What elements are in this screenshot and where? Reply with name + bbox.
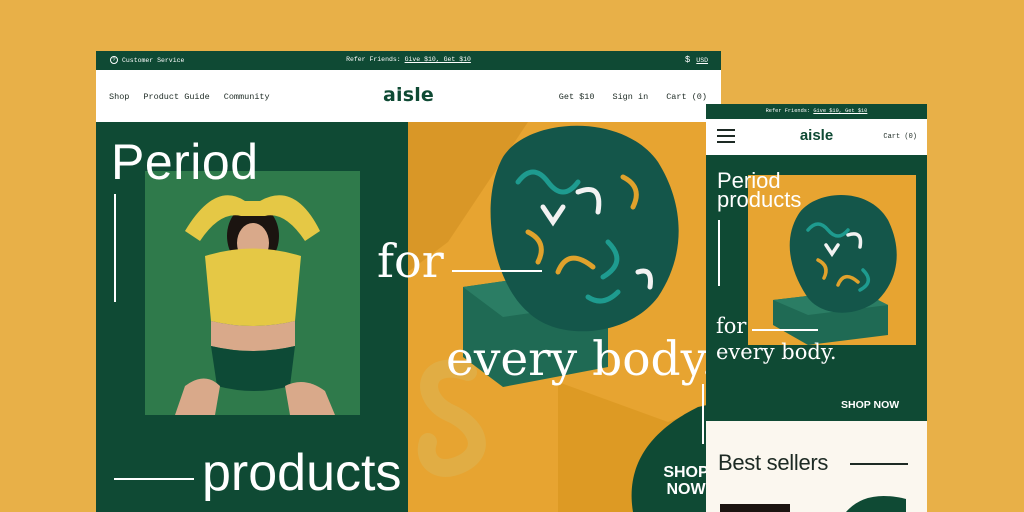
hero-model-photo xyxy=(145,171,360,415)
mobile-refer-link[interactable]: Give $10, Get $10 xyxy=(813,108,867,114)
mobile-hero: Period products for every body. SHOP NOW xyxy=(706,155,927,421)
mobile-announcement-bar: Refer Friends: Give $10, Get $10 xyxy=(706,104,927,119)
hero-vertical-rule-right xyxy=(702,384,704,444)
desktop-hero: Period for every body. products SHOP NOW xyxy=(96,122,721,512)
mobile-shop-now-button[interactable]: SHOP NOW xyxy=(841,399,921,411)
desktop-mockup: ? Customer Service Refer Friends: Give $… xyxy=(96,51,721,512)
cart-link[interactable]: Cart (0) xyxy=(666,92,707,102)
hero-word-products: products xyxy=(202,444,402,502)
mobile-header-nav: aisle Cart (0) xyxy=(706,119,927,155)
mobile-hero-word-every-body: every body. xyxy=(716,340,837,364)
currency-symbol: $ xyxy=(684,55,691,65)
mobile-hero-rule-for xyxy=(752,329,818,331)
refer-friends-banner: Refer Friends: Give $10, Get $10 xyxy=(96,56,721,63)
get-10-link[interactable]: Get $10 xyxy=(559,92,595,102)
hero-word-every-body: every body. xyxy=(446,332,716,387)
model-illustration xyxy=(145,171,360,415)
best-sellers-heading: Best sellers xyxy=(718,450,829,475)
best-sellers-preview xyxy=(720,495,906,512)
sign-in-link[interactable]: Sign in xyxy=(612,92,648,102)
best-sellers-rule xyxy=(850,463,908,465)
hero-rule-products xyxy=(114,478,194,480)
hero-word-for: for xyxy=(377,234,444,288)
currency-selector[interactable]: $ USD xyxy=(685,55,708,65)
mobile-hero-word-for: for xyxy=(716,314,747,338)
hero-vertical-rule xyxy=(114,194,116,302)
best-sellers-section: Best sellers xyxy=(706,421,927,512)
desktop-announcement-bar: ? Customer Service Refer Friends: Give $… xyxy=(96,51,721,70)
mobile-cart-link[interactable]: Cart (0) xyxy=(883,133,917,141)
desktop-header-nav: Shop Product Guide Community aisle Get $… xyxy=(96,70,721,122)
mobile-hero-vertical-rule xyxy=(718,220,720,286)
hero-rule-for xyxy=(452,270,542,272)
mobile-hero-word-products: products xyxy=(717,187,802,212)
mobile-refer-label: Refer Friends: xyxy=(765,108,811,114)
mobile-mockup: Refer Friends: Give $10, Get $10 aisle C… xyxy=(706,104,927,512)
account-nav: Get $10 Sign in Cart (0) xyxy=(559,92,707,102)
refer-friends-link[interactable]: Give $10, Get $10 xyxy=(405,56,471,63)
currency-code: USD xyxy=(696,56,708,64)
refer-friends-label: Refer Friends: xyxy=(346,56,401,63)
hero-word-period: Period xyxy=(111,134,259,190)
hero-product-photo xyxy=(408,122,721,512)
pad-product-illustration xyxy=(408,122,721,512)
